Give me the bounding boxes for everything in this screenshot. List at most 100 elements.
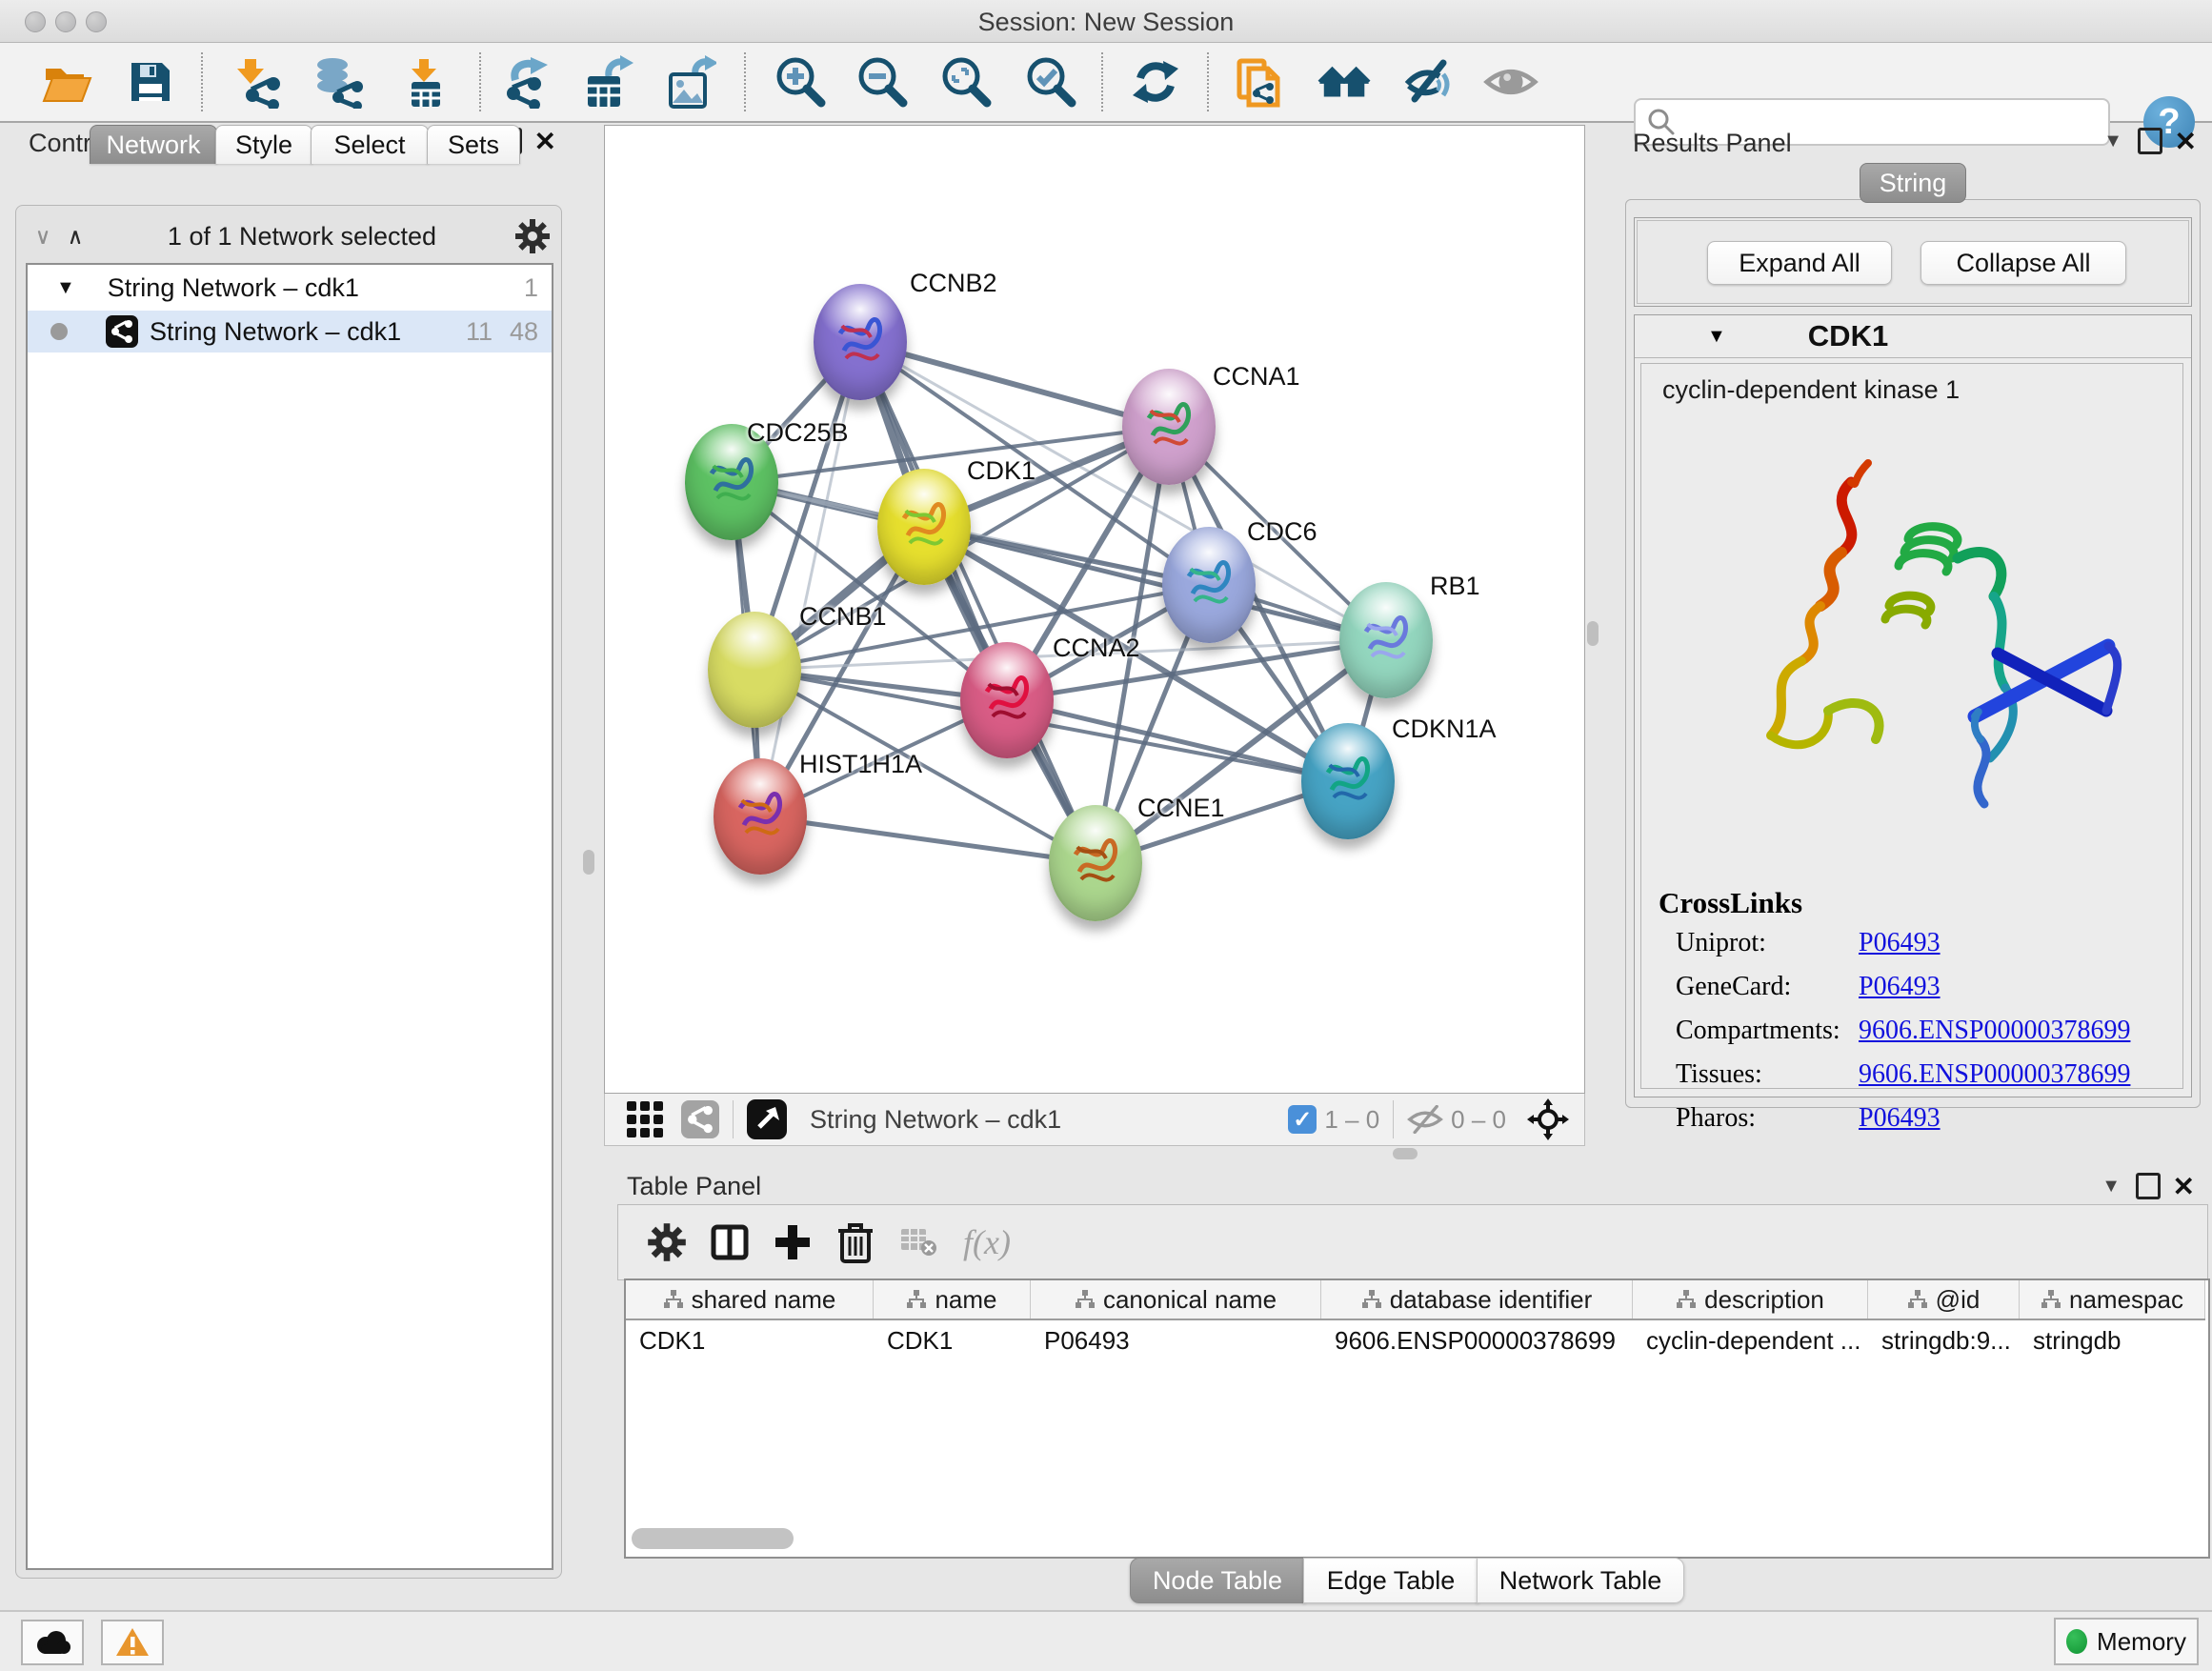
tab-network-table[interactable]: Network Table [1477,1558,1684,1603]
birds-eye-grid-icon[interactable] [626,1100,664,1138]
node-CDKN1A[interactable] [1301,723,1395,839]
cell-description[interactable]: cyclin-dependent ... [1633,1320,1868,1360]
hide-selection-button[interactable] [1400,54,1456,110]
edge-CCNB2-HIST1H1A[interactable] [760,342,860,816]
node-CCNB1[interactable] [708,612,801,728]
crosslink-link[interactable]: P06493 [1859,928,1941,958]
float-panel-button[interactable] [2138,125,2162,157]
float-panel-button[interactable] [2136,1170,2161,1202]
node-HIST1H1A[interactable] [714,758,807,875]
tab-edge-table[interactable]: Edge Table [1303,1558,1478,1603]
collapse-all-icon[interactable]: ∨∨ [26,230,58,243]
expand-all-button[interactable]: Expand All [1707,241,1892,285]
import-network-database-button[interactable] [311,54,366,110]
column-header-canonical-name[interactable]: canonical name [1031,1280,1321,1319]
create-column-button[interactable] [761,1214,824,1271]
share-document-button[interactable] [1233,54,1288,110]
close-panel-button[interactable]: ✕ [2173,1170,2195,1202]
tab-sets[interactable]: Sets [427,125,520,164]
import-network-file-button[interactable] [231,54,286,110]
gene-header-row[interactable]: ▼ CDK1 [1635,315,2191,358]
node-CCNE1[interactable] [1049,805,1142,921]
crosslink-link[interactable]: P06493 [1859,972,1941,1002]
node-CCNA1[interactable] [1122,369,1216,485]
network-share-toggle-icon[interactable] [681,1100,719,1138]
warning-status-button[interactable] [101,1620,164,1665]
tab-network[interactable]: Network [90,125,217,164]
open-view-icon[interactable] [747,1099,787,1139]
horizontal-splitter-handle[interactable] [1393,1148,1418,1159]
column-header-namespac[interactable]: namespac [2020,1280,2205,1319]
function-builder-button[interactable]: f(x) [955,1214,1018,1271]
memory-button[interactable]: Memory [2054,1618,2199,1665]
show-selection-button[interactable] [1483,54,1538,110]
node-label-CDKN1A: CDKN1A [1392,715,1497,744]
gear-icon[interactable] [513,217,552,255]
export-network-button[interactable] [497,54,553,110]
save-session-button[interactable] [123,54,178,110]
horizontal-scrollbar-thumb[interactable] [632,1528,794,1549]
zoom-fit-button[interactable] [938,54,994,110]
move-crosshair-icon[interactable] [1527,1098,1569,1140]
edge-CCNB2-CCNE1[interactable] [860,342,1096,863]
show-columns-button[interactable] [698,1214,761,1271]
crosslink-link[interactable]: 9606.ENSP00000378699 [1859,1016,2130,1046]
zoom-out-icon [855,55,909,109]
network-canvas[interactable]: CCNB2CCNA1CDC25BCDK1CDC6RB1CCNB1CCNA2CDK… [604,125,1585,1094]
close-panel-button[interactable]: ✕ [534,125,556,157]
zoom-selected-button[interactable] [1023,54,1078,110]
table-settings-button[interactable] [635,1214,698,1271]
tab-node-table[interactable]: Node Table [1130,1558,1305,1603]
crosslink-link[interactable]: P06493 [1859,1103,1941,1134]
delete-column-button[interactable] [824,1214,887,1271]
table-row[interactable]: CDK1CDK1P064939606.ENSP00000378699cyclin… [626,1320,2208,1360]
delete-table-button[interactable] [887,1214,950,1271]
open-session-button[interactable] [39,54,94,110]
string-home-button[interactable] [1317,54,1373,110]
tree-expander-icon[interactable]: ▼ [56,277,75,299]
tab-select[interactable]: Select [311,125,429,164]
selected-checkbox-icon[interactable]: ✓ [1288,1105,1317,1134]
tab-style[interactable]: Style [215,125,312,164]
column-header-database-identifier[interactable]: database identifier [1321,1280,1633,1319]
cell-namespac[interactable]: stringdb [2020,1320,2205,1360]
node-RB1[interactable] [1339,582,1433,698]
cell-shared-name[interactable]: CDK1 [626,1320,874,1360]
zoom-out-button[interactable] [855,54,910,110]
refresh-button[interactable] [1128,54,1183,110]
cloud-status-button[interactable] [21,1620,84,1665]
tab-string[interactable]: String [1860,163,1966,203]
crosslink-row: GeneCard:P06493 [1676,972,2171,1002]
cell-canonical-name[interactable]: P06493 [1031,1320,1321,1360]
export-table-button[interactable] [579,54,634,110]
import-table-file-button[interactable] [397,54,452,110]
column-header-shared-name[interactable]: shared name [626,1280,874,1319]
close-panel-button[interactable]: ✕ [2175,125,2197,157]
network-row-selected[interactable]: String Network – cdk1 11 48 [28,311,552,352]
export-image-button[interactable] [662,54,717,110]
crosslink-link[interactable]: 9606.ENSP00000378699 [1859,1059,2130,1090]
left-splitter-handle[interactable] [583,850,594,875]
zoom-in-button[interactable] [773,54,828,110]
column-header-name[interactable]: name [874,1280,1031,1319]
float-menu-button[interactable]: ▼ [2103,125,2122,157]
node-CCNB2[interactable] [814,284,907,400]
expand-all-icon[interactable]: ∧∧ [58,230,90,243]
cell--id[interactable]: stringdb:9... [1868,1320,2020,1360]
cell-database-identifier[interactable]: 9606.ENSP00000378699 [1321,1320,1633,1360]
column-header-description[interactable]: description [1633,1280,1868,1319]
cell-name[interactable]: CDK1 [874,1320,1031,1360]
right-splitter-handle[interactable] [1587,621,1599,646]
hidden-eye-icon[interactable] [1407,1105,1443,1134]
refresh-icon [1129,55,1182,109]
close-icon: ✕ [534,126,556,157]
section-expander-icon[interactable]: ▼ [1707,326,1726,348]
node-CCNA2[interactable] [960,642,1054,758]
node-CDC6[interactable] [1162,527,1256,643]
node-CDK1[interactable] [877,469,971,585]
column-header--id[interactable]: @id [1868,1280,2020,1319]
collapse-all-button[interactable]: Collapse All [1920,241,2126,285]
network-collection-row[interactable]: ▼ String Network – cdk1 1 [28,267,552,309]
edge-HIST1H1A-CCNE1[interactable] [760,816,1096,863]
float-menu-button[interactable]: ▼ [2101,1170,2121,1202]
